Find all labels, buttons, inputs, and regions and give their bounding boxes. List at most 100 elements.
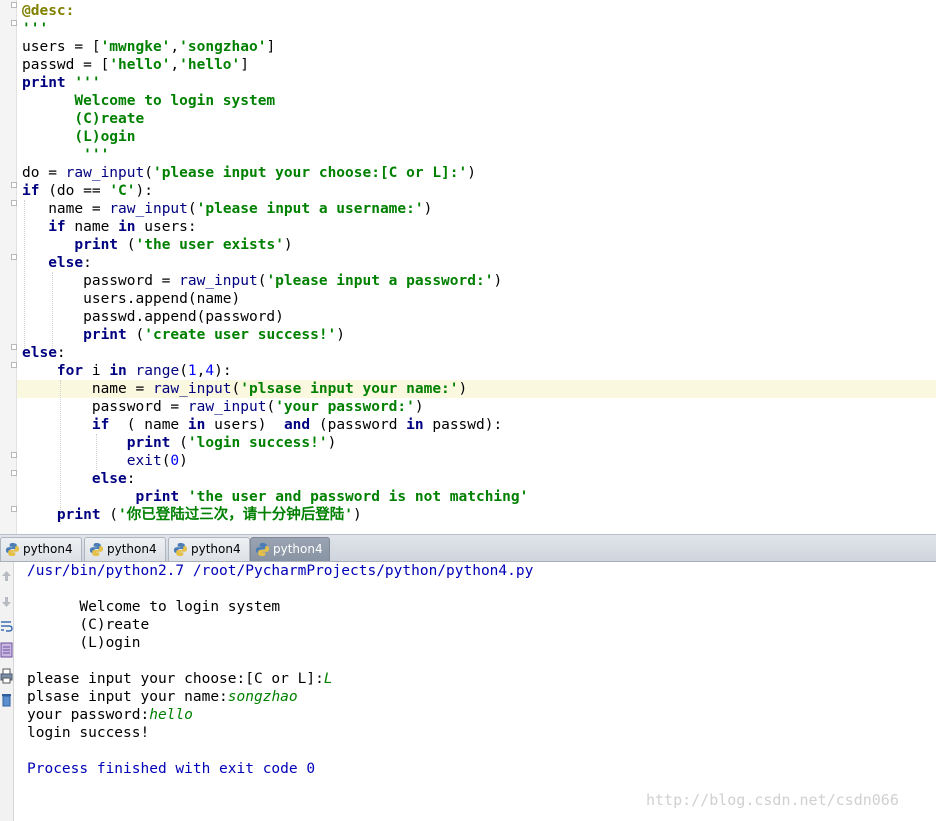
code-token: name = — [22, 381, 153, 397]
code-token: name — [65, 219, 119, 235]
code-line: for i in range(1,4): — [22, 362, 932, 380]
code-token: /usr/bin/python2.7 /root/PycharmProjects… — [27, 563, 534, 579]
code-token: users.append(name) — [22, 291, 241, 307]
run-tab-python4[interactable]: python4 — [0, 537, 82, 561]
code-token: for — [56, 363, 84, 379]
code-line: print ('你已登陆过三次，请十分钟后登陆') — [22, 506, 932, 524]
fold-marker-icon[interactable] — [11, 470, 17, 476]
fold-marker-icon[interactable] — [11, 2, 17, 8]
code-token: raw_input — [109, 201, 188, 217]
run-tab-bar: python4 python4 python4 python4 — [0, 534, 936, 562]
fold-marker-icon[interactable] — [11, 452, 17, 458]
run-tab-python4[interactable]: python4 — [168, 537, 250, 561]
code-token: ( — [266, 399, 276, 415]
code-line: password = raw_input('please input a pas… — [22, 272, 932, 290]
fold-marker-icon[interactable] — [11, 20, 17, 26]
console-line: login success! — [27, 724, 927, 742]
code-token: ( — [231, 381, 241, 397]
code-line: ''' — [22, 146, 932, 164]
code-token: ( — [179, 363, 188, 379]
code-token: ] — [240, 57, 249, 73]
code-line: if (do == 'C'): — [22, 182, 932, 200]
code-editor[interactable]: @desc: ''' users = ['mwngke','songzhao'] pa… — [0, 0, 936, 534]
scroll-to-end-icon[interactable] — [0, 642, 13, 658]
fold-marker-icon[interactable] — [11, 344, 17, 350]
code-line: ''' — [22, 20, 932, 38]
trash-icon[interactable] — [0, 692, 13, 708]
code-token: ( — [187, 201, 197, 217]
code-token: ) — [493, 273, 503, 289]
soft-wrap-icon[interactable] — [0, 618, 13, 634]
code-token: do = — [22, 165, 66, 181]
run-tab-label: python4 — [273, 542, 323, 556]
code-token: login success! — [27, 725, 150, 741]
code-line: name = raw_input('please input a usernam… — [22, 200, 932, 218]
code-token: in — [109, 363, 127, 379]
fold-marker-icon[interactable] — [11, 182, 17, 188]
run-console-output: /usr/bin/python2.7 /root/PycharmProjects… — [27, 562, 927, 778]
code-token: 'please input a password:' — [266, 273, 494, 289]
code-token: 'plsase input your name:' — [240, 381, 459, 397]
code-token: ) — [179, 453, 188, 469]
fold-marker-icon[interactable] — [11, 362, 17, 368]
python-icon — [5, 542, 20, 557]
code-line: users.append(name) — [22, 290, 932, 308]
code-token: 'create user success!' — [144, 327, 337, 343]
code-lines: @desc: ''' users = ['mwngke','songzhao'] pa… — [22, 2, 932, 524]
code-line: else: — [22, 254, 932, 272]
code-token: ''' — [74, 75, 101, 91]
code-token: if — [48, 219, 66, 235]
code-line: Welcome to login system — [22, 92, 932, 110]
print-icon[interactable] — [0, 668, 13, 684]
code-token: password = — [22, 399, 188, 415]
code-token: : — [126, 471, 136, 487]
code-token: : — [56, 345, 66, 361]
run-tab-label: python4 — [191, 542, 241, 556]
code-line: password = raw_input('your password:') — [22, 398, 932, 416]
code-token: passwd): — [423, 417, 503, 433]
code-token: '你已登陆过三次，请十分钟后登陆' — [118, 507, 354, 523]
code-line: print ('create user success!') — [22, 326, 932, 344]
code-token: in — [118, 219, 136, 235]
code-token: users: — [135, 219, 197, 235]
arrow-up-icon[interactable] — [0, 568, 13, 584]
fold-marker-icon[interactable] — [11, 254, 17, 260]
code-line: (L)ogin — [22, 128, 932, 146]
code-line: print ('the user exists') — [22, 236, 932, 254]
code-token: users) — [205, 417, 284, 433]
code-token: else — [48, 255, 84, 271]
run-tab-python4[interactable]: python4 — [250, 537, 330, 561]
code-token: L — [323, 671, 333, 687]
code-token: ) — [467, 165, 476, 181]
code-token: ( — [144, 165, 153, 181]
code-token: ( name — [109, 417, 188, 433]
code-line: @desc: — [22, 2, 932, 20]
code-token: 1 — [187, 363, 197, 379]
code-line: exit(0) — [22, 452, 932, 470]
console-line: please input your choose:[C or L]:L — [27, 670, 927, 688]
fold-marker-icon[interactable] — [11, 506, 17, 512]
python-icon — [89, 542, 104, 557]
code-token: @desc: — [22, 3, 75, 19]
code-token: : — [83, 255, 92, 271]
code-token: print — [56, 507, 101, 523]
code-line: print ''' — [22, 74, 932, 92]
run-tab-label: python4 — [23, 542, 73, 556]
arrow-down-icon[interactable] — [0, 594, 13, 610]
code-token: (do == — [39, 183, 110, 199]
run-tab-python4[interactable]: python4 — [84, 537, 166, 561]
fold-marker-icon[interactable] — [11, 200, 17, 206]
code-token: 'hello' — [109, 57, 171, 73]
code-token: 'login success!' — [187, 435, 328, 451]
python-icon — [173, 542, 188, 557]
